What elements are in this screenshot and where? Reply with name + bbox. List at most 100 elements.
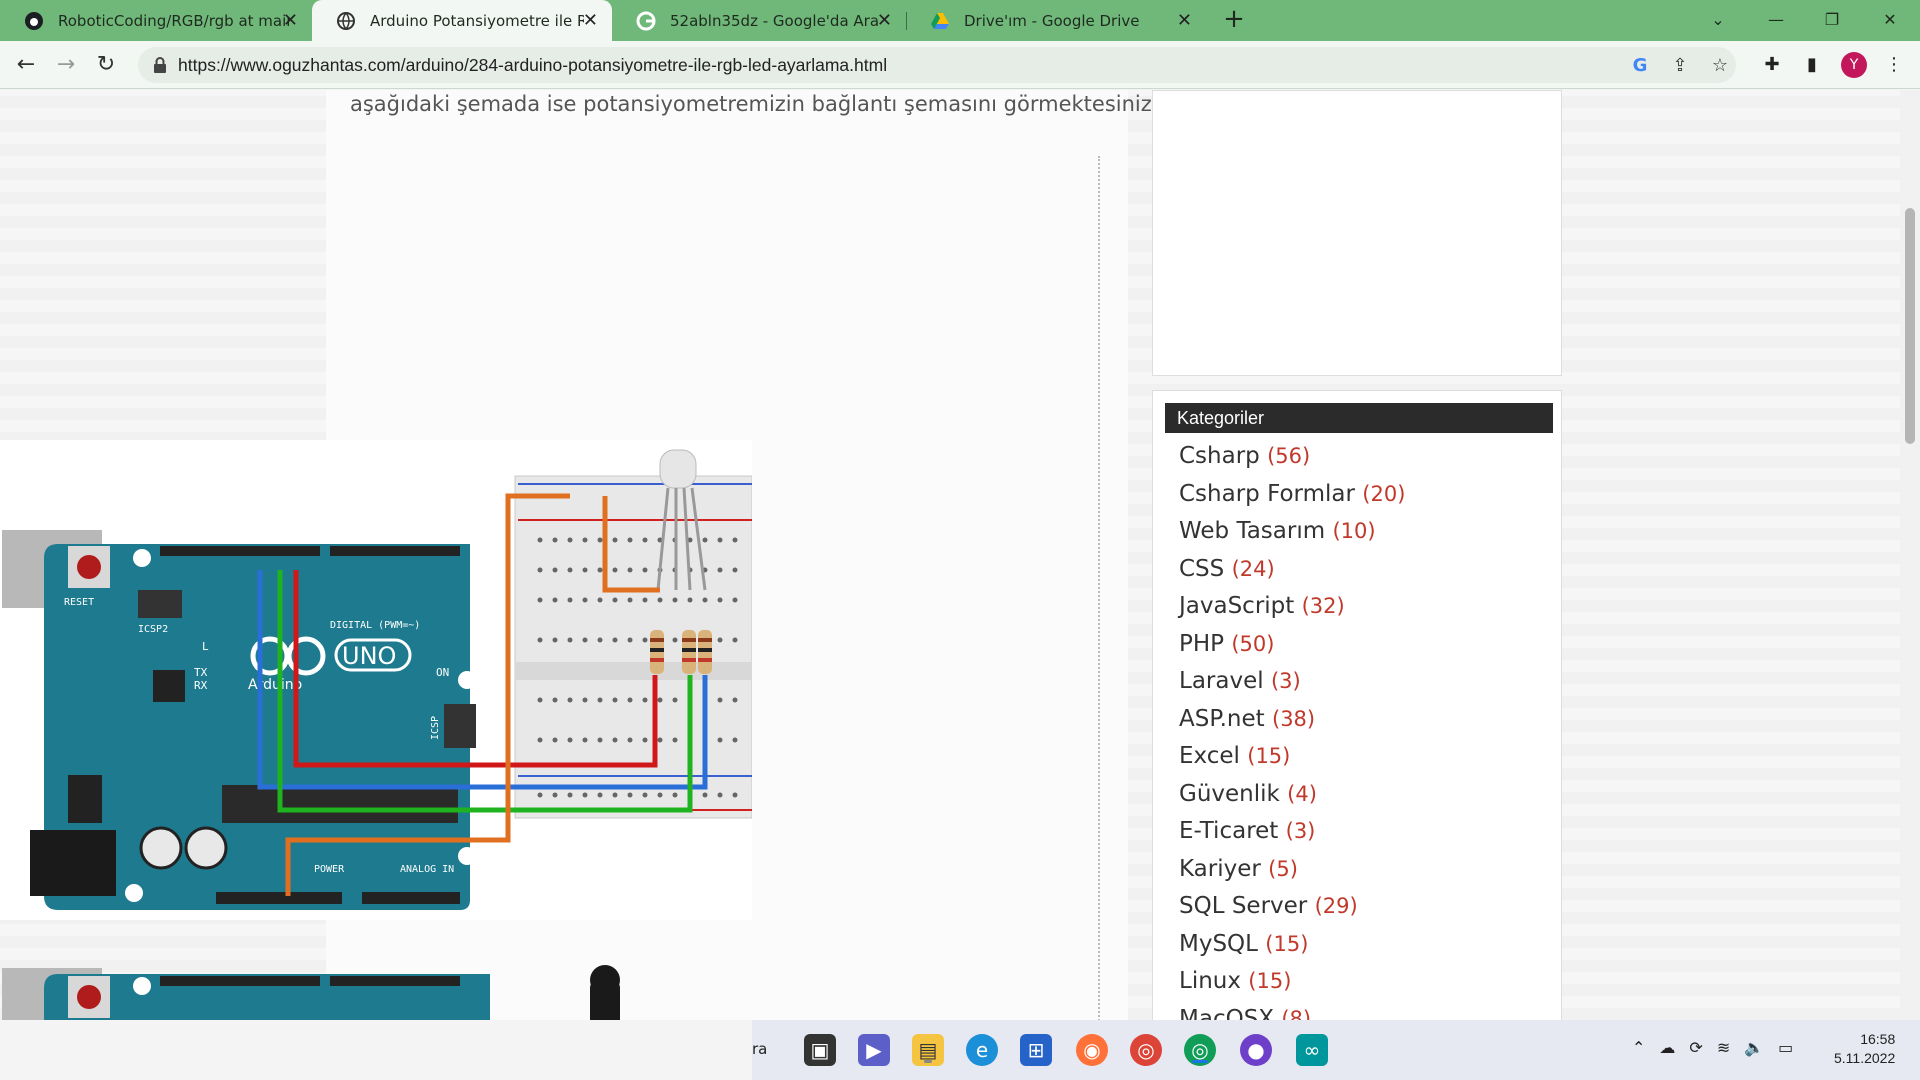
volume-icon[interactable]: 🔈: [1744, 1038, 1764, 1057]
category-name: Güvenlik: [1179, 780, 1280, 807]
file-explorer-icon[interactable]: ▤: [912, 1034, 944, 1066]
category-link[interactable]: Web Tasarım (10): [1179, 518, 1405, 556]
minimize-button[interactable]: —: [1762, 6, 1790, 34]
github-desktop-icon[interactable]: ●: [1240, 1034, 1272, 1066]
tab-search-icon[interactable]: ⌄: [1704, 6, 1732, 34]
svg-text:TX: TX: [194, 666, 208, 679]
category-name: MacOSX: [1179, 1005, 1275, 1021]
category-link[interactable]: SQL Server (29): [1179, 893, 1405, 931]
sync-icon[interactable]: ⟳: [1689, 1038, 1702, 1057]
lock-icon: [152, 56, 168, 74]
chevron-up-icon[interactable]: ⌃: [1632, 1038, 1645, 1057]
menu-icon[interactable]: ⋮: [1882, 53, 1906, 77]
potentiometer-circuit-image: RESET ICSP2 DIGITAL (PWM=~) UNO Arduino …: [0, 880, 752, 1020]
category-link[interactable]: Csharp Formlar (20): [1179, 481, 1405, 519]
category-link[interactable]: CSS (24): [1179, 556, 1405, 594]
category-count: (4): [1287, 781, 1317, 806]
tab-arduino[interactable]: Arduino Potansiyometre ile RGB Led ✕: [312, 0, 612, 41]
forward-icon[interactable]: →: [52, 51, 80, 79]
chrome-profile-icon[interactable]: ◎: [1184, 1034, 1216, 1066]
close-window-button[interactable]: ✕: [1876, 6, 1904, 34]
uno-label: UNO: [342, 642, 396, 670]
category-link[interactable]: E-Ticaret (3): [1179, 818, 1405, 856]
category-count: (24): [1231, 556, 1275, 581]
svg-text:ANALOG IN: ANALOG IN: [400, 864, 454, 875]
categories-list: Csharp (56) Csharp Formlar (20) Web Tasarı…: [1179, 443, 1405, 1020]
tab-label: RoboticCoding/RGB/rgb at main: [58, 11, 290, 30]
reload-icon[interactable]: ↻: [92, 51, 120, 79]
sidebar-ad-box: [1152, 90, 1562, 376]
tab-label: Arduino Potansiyometre ile RGB Led: [370, 11, 584, 30]
category-link[interactable]: Güvenlik (4): [1179, 781, 1405, 819]
github-icon: [24, 11, 44, 31]
category-name: Excel: [1179, 743, 1240, 769]
category-count: (56): [1267, 444, 1311, 468]
category-count: (15): [1247, 744, 1291, 768]
page-scrollbar[interactable]: [1900, 90, 1920, 1020]
category-count: (3): [1285, 819, 1316, 843]
close-icon[interactable]: ✕: [877, 10, 892, 31]
task-view-icon[interactable]: ▣: [804, 1034, 836, 1066]
category-count: (15): [1265, 931, 1309, 956]
category-link[interactable]: Linux (15): [1179, 968, 1405, 1006]
firefox-icon[interactable]: ◉: [1076, 1034, 1108, 1066]
taskbar-search-label: ra: [752, 1040, 768, 1058]
category-name: Csharp Formlar: [1179, 480, 1355, 507]
onedrive-icon[interactable]: ☁: [1659, 1038, 1675, 1057]
side-panel-icon[interactable]: ▮: [1800, 53, 1824, 77]
capacitor: [139, 826, 183, 870]
category-count: (29): [1314, 894, 1358, 918]
category-count: (3): [1270, 669, 1301, 693]
category-link[interactable]: Laravel (3): [1179, 668, 1405, 706]
store-icon[interactable]: ⊞: [1020, 1034, 1052, 1066]
close-icon[interactable]: ✕: [1177, 10, 1192, 31]
categories-title: Kategoriler: [1165, 403, 1553, 433]
new-tab-button[interactable]: +: [1220, 6, 1248, 34]
category-link[interactable]: ASP.net (38): [1179, 706, 1405, 744]
wifi-icon[interactable]: ≋: [1717, 1038, 1730, 1057]
clock[interactable]: 16:58 5.11.2022: [1834, 1030, 1895, 1068]
tab-label: Drive'ım - Google Drive: [964, 11, 1140, 30]
category-link[interactable]: Kariyer (5): [1179, 856, 1405, 894]
tab-bar: RoboticCoding/RGB/rgb at main ✕ Arduino …: [0, 0, 1920, 41]
svg-text:L: L: [202, 640, 209, 653]
tab-drive[interactable]: Drive'ım - Google Drive ✕: [906, 0, 1206, 41]
category-count: (5): [1268, 856, 1298, 881]
close-icon[interactable]: ✕: [283, 10, 298, 31]
back-icon[interactable]: ←: [12, 51, 40, 79]
category-link[interactable]: PHP (50): [1179, 631, 1405, 669]
category-link[interactable]: JavaScript (32): [1179, 593, 1405, 631]
close-icon[interactable]: ✕: [583, 10, 598, 31]
category-count: (8): [1281, 1006, 1312, 1021]
profile-avatar[interactable]: Y: [1841, 52, 1867, 78]
url-text: https://www.oguzhantas.com/arduino/284-a…: [178, 55, 888, 75]
article-intro-text: aşağıdaki şemada ise potansiyometremizin…: [350, 92, 1159, 116]
edge-icon[interactable]: e: [966, 1034, 998, 1066]
scrollbar-thumb[interactable]: [1905, 208, 1915, 444]
maximize-button[interactable]: ❐: [1818, 6, 1846, 34]
address-bar[interactable]: https://www.oguzhantas.com/arduino/284-a…: [138, 47, 1736, 83]
rgb-led-circuit-image: RESET ICSP2 DIGITAL (PWM=~) UNO Arduino …: [0, 440, 753, 920]
category-link[interactable]: Csharp (56): [1179, 443, 1405, 481]
battery-icon[interactable]: ▭: [1778, 1038, 1793, 1057]
category-link[interactable]: MacOSX (8): [1179, 1006, 1405, 1021]
category-count: (38): [1272, 706, 1316, 731]
category-name: Csharp: [1179, 443, 1260, 469]
bookmark-star-icon[interactable]: ☆: [1708, 54, 1732, 78]
share-icon[interactable]: ⇪: [1668, 54, 1692, 78]
potentiometer: [590, 965, 620, 1020]
tab-google[interactable]: 52abln35dz - Google'da Ara ✕: [612, 0, 906, 41]
chrome-icon[interactable]: ◎: [1130, 1034, 1162, 1066]
arduino-ide-icon[interactable]: ∞: [1296, 1034, 1328, 1066]
category-link[interactable]: MySQL (15): [1179, 931, 1405, 969]
extensions-icon[interactable]: ✚: [1760, 53, 1784, 77]
teams-chat-icon[interactable]: ▶: [858, 1034, 890, 1066]
category-name: Laravel: [1179, 668, 1264, 694]
google-translate-icon[interactable]: G: [1628, 54, 1652, 78]
category-name: SQL Server: [1179, 893, 1308, 919]
category-count: (50): [1231, 631, 1275, 656]
category-name: MySQL: [1179, 930, 1258, 957]
tab-github[interactable]: RoboticCoding/RGB/rgb at main ✕: [0, 0, 312, 41]
category-link[interactable]: Excel (15): [1179, 743, 1405, 781]
category-name: Linux: [1179, 968, 1241, 994]
